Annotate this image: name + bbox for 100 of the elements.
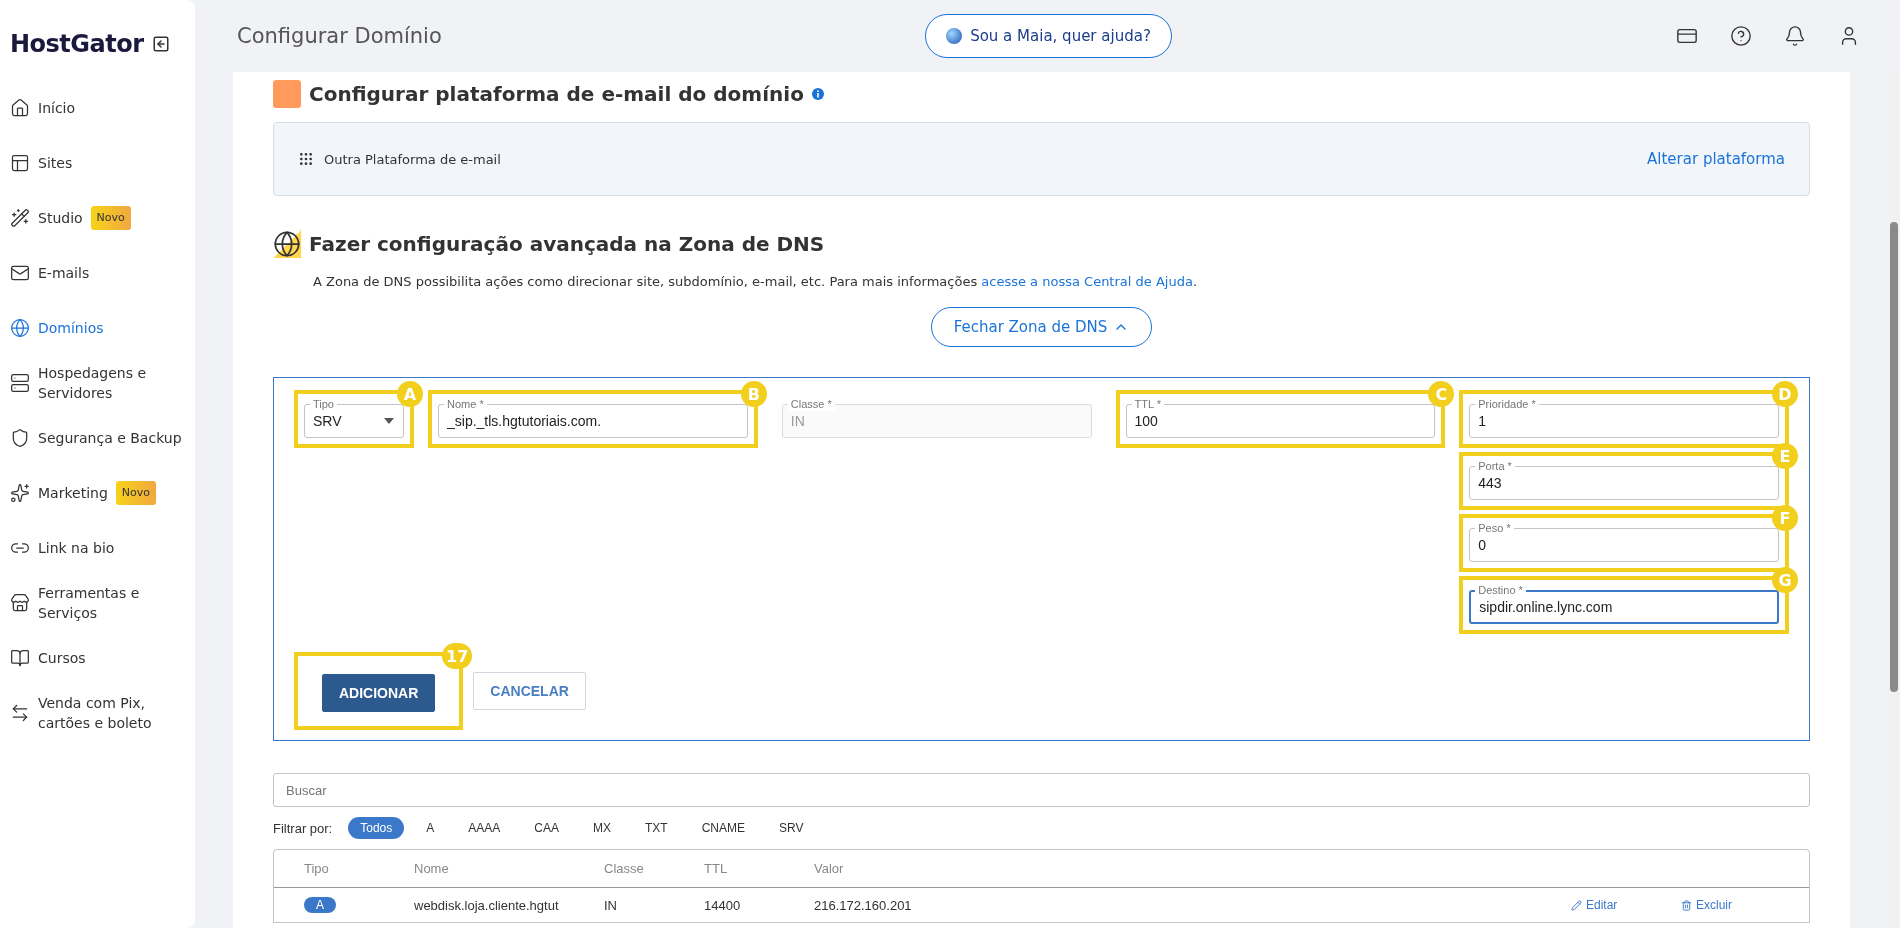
nav-label: E-mails	[38, 264, 90, 283]
info-icon[interactable]	[811, 88, 824, 100]
nav-label: Sites	[38, 154, 73, 173]
column-header: Valor	[814, 861, 845, 876]
field-label: Nome *	[444, 397, 487, 411]
annotation-badge: E	[1772, 443, 1798, 469]
filter-label: Filtrar por:	[273, 820, 333, 836]
nav-item[interactable]: Venda com Pix, cartões e boleto	[10, 693, 195, 733]
table-cell-text: 14400	[704, 897, 742, 913]
column-header: Tipo	[304, 861, 330, 876]
trash-icon	[1681, 899, 1692, 911]
nav-item[interactable]: Link na bio	[10, 528, 195, 568]
annotation-badge: C	[1428, 381, 1455, 407]
filter-chip[interactable]: MX	[581, 817, 623, 839]
layout-icon	[10, 153, 30, 173]
nav-label: Marketing	[38, 484, 108, 503]
edit-link[interactable]: Editar	[1571, 898, 1681, 912]
nav-item[interactable]: Ferramentas e Serviços	[10, 583, 195, 623]
section-title: Configurar plataforma de e-mail do domínio	[309, 82, 804, 106]
arrows-icon	[10, 703, 30, 723]
filter-chip[interactable]: CNAME	[689, 817, 757, 839]
field-label: Porta *	[1475, 459, 1515, 473]
home-icon	[10, 98, 30, 118]
nav-item[interactable]: E-mails	[10, 253, 195, 293]
nav-label: Hospedagens e Servidores	[38, 364, 148, 403]
table-cell-text: 216.172.160.201	[814, 897, 913, 913]
nav-item[interactable]: Início	[10, 88, 195, 128]
nav-item[interactable]: Hospedagens e Servidores	[10, 363, 195, 403]
table-cell-text: webdisk.loja.cliente.hgtut	[414, 897, 560, 913]
filter-chip[interactable]: SRV	[767, 817, 816, 839]
grid-icon	[298, 151, 314, 167]
add-button[interactable]: ADICIONAR	[322, 674, 436, 712]
help-icon[interactable]	[1730, 25, 1752, 47]
nav-label: Studio	[38, 209, 83, 228]
column-header: Nome	[414, 861, 450, 876]
scrollbar[interactable]	[1888, 72, 1900, 928]
filter-chip[interactable]: TXT	[633, 817, 680, 839]
nav-item[interactable]: Domínios	[10, 308, 195, 348]
field-label: Peso *	[1475, 521, 1514, 535]
field-label: Prioridade *	[1475, 397, 1539, 411]
nav-label: Segurança e Backup	[38, 429, 182, 448]
table-cell-text: IN	[604, 897, 618, 913]
filter-chip[interactable]: CAA	[522, 817, 571, 839]
nav-item[interactable]: Segurança e Backup	[10, 418, 195, 458]
nav-label: Início	[38, 99, 76, 118]
column-header: Classe	[604, 861, 645, 876]
store-icon	[10, 593, 30, 613]
book-icon	[10, 648, 30, 668]
nav-item[interactable]: Cursos	[10, 638, 195, 678]
new-badge: Novo	[115, 481, 156, 505]
annotation-badge: A	[397, 381, 423, 407]
assistant-button[interactable]: Sou a Maia, quer ajuda?	[925, 14, 1172, 58]
logo: HostGator	[10, 30, 144, 58]
field-label: Classe *	[787, 397, 835, 411]
mail-icon	[10, 263, 30, 283]
globe-icon	[273, 230, 301, 258]
cancel-button[interactable]: CANCELAR	[473, 672, 586, 710]
close-dns-button[interactable]: Fechar Zona de DNS	[930, 307, 1153, 347]
bell-icon[interactable]	[1784, 25, 1806, 47]
annotation-badge: B	[740, 381, 767, 407]
description-text: A Zona de DNS possibilita ações como direcionar site, subdomínio, e-mail, etc. Para mais informações acesse a nossa Central de Ajuda.	[313, 274, 1198, 289]
column-header: TTL	[704, 861, 729, 876]
orb-icon	[946, 28, 963, 44]
new-badge: Novo	[90, 206, 131, 230]
nav-label: Domínios	[38, 319, 104, 338]
annotation-badge: F	[1772, 505, 1798, 531]
caret-icon	[384, 418, 394, 424]
filter-chip[interactable]: Todos	[348, 817, 405, 839]
wand-icon	[10, 208, 30, 228]
server-icon	[10, 373, 30, 393]
section-title: Fazer configuração avançada na Zona de DNS	[309, 232, 825, 256]
email-platform-icon	[273, 80, 301, 108]
annotation-badge: D	[1772, 381, 1798, 407]
field-label: Destino *	[1475, 583, 1526, 597]
filter-chip[interactable]: A	[414, 817, 447, 839]
nav-label: Cursos	[38, 649, 86, 668]
nav-item[interactable]: Sites	[10, 143, 195, 183]
search-field[interactable]: Buscar	[273, 773, 1810, 807]
page-title: Configurar Domínio	[237, 24, 443, 48]
sparkles-icon	[10, 483, 30, 503]
globe-icon	[10, 318, 30, 338]
record-type-badge: A	[304, 897, 336, 913]
field-label: TTL *	[1131, 397, 1164, 411]
nav-label: Ferramentas e Serviços	[38, 584, 141, 623]
help-link[interactable]: acesse a nossa Central de Ajuda	[981, 274, 1193, 289]
field-label: Tipo	[310, 397, 337, 411]
collapse-icon[interactable]	[151, 35, 170, 53]
nav-label: Venda com Pix, cartões e boleto	[38, 694, 153, 733]
nav-item[interactable]: Marketing Novo	[10, 473, 195, 513]
pencil-icon	[1571, 899, 1582, 911]
change-platform-link[interactable]: Alterar plataforma	[1647, 150, 1785, 168]
nav-item[interactable]: Studio Novo	[10, 198, 195, 238]
shield-icon	[10, 428, 30, 448]
platform-name: Outra Plataforma de e-mail	[324, 151, 501, 167]
filter-chip[interactable]: AAAA	[456, 817, 513, 839]
annotation-badge: G	[1772, 567, 1798, 593]
delete-link[interactable]: Excluir	[1681, 898, 1791, 912]
nav-label: Link na bio	[38, 539, 115, 558]
scrollbar-thumb[interactable]	[1890, 222, 1898, 692]
annotation-badge: 17	[442, 643, 473, 669]
